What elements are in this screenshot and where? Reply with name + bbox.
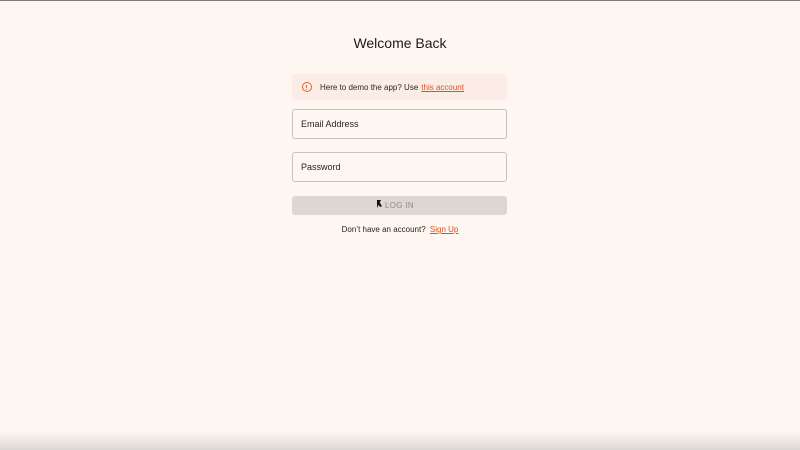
window-top-divider <box>0 0 800 1</box>
signup-row: Don’t have an account? Sign Up <box>292 225 508 234</box>
demo-account-alert: Here to demo the app? Use this account <box>292 74 507 100</box>
email-field-label: Email Address <box>301 119 359 129</box>
demo-alert-text: Here to demo the app? Use <box>320 82 419 92</box>
password-field[interactable]: Password <box>292 152 507 182</box>
signup-prompt: Don’t have an account? <box>341 225 426 234</box>
signup-link[interactable]: Sign Up <box>430 225 458 234</box>
login-button-label: LOG IN <box>385 201 414 210</box>
demo-account-link[interactable]: this account <box>421 83 464 92</box>
bottom-edge-shadow <box>0 432 800 450</box>
login-button[interactable]: LOG IN <box>292 196 507 215</box>
login-page: Welcome Back Here to demo the app? Use t… <box>0 0 800 450</box>
mouse-cursor-icon <box>377 200 381 208</box>
page-title: Welcome Back <box>353 35 447 51</box>
password-field-label: Password <box>301 162 341 172</box>
info-icon <box>302 82 312 92</box>
email-field[interactable]: Email Address <box>292 109 507 139</box>
